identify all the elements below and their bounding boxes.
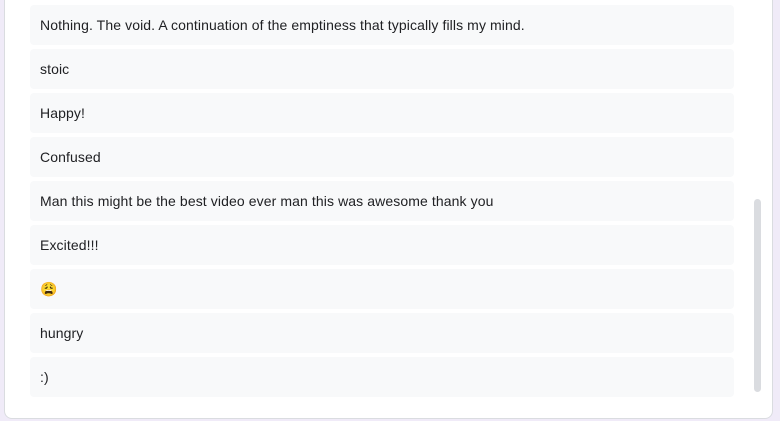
response-text: Confused: [40, 149, 101, 165]
response-row: Excited!!!: [30, 225, 734, 265]
response-row: Nothing. The void. A continuation of the…: [30, 5, 734, 45]
scrollbar-thumb[interactable]: [754, 199, 761, 392]
response-row: 😩: [30, 269, 734, 309]
response-text: :): [40, 369, 49, 385]
response-row: hungry: [30, 313, 734, 353]
response-text: Excited!!!: [40, 237, 99, 253]
scrollbar[interactable]: [753, 0, 763, 410]
response-row: stoic: [30, 49, 734, 89]
response-text: hungry: [40, 325, 84, 341]
response-text: Man this might be the best video ever ma…: [40, 193, 494, 209]
response-text: Nothing. The void. A continuation of the…: [40, 17, 525, 33]
response-text: Happy!: [40, 105, 85, 121]
response-emoji: 😩: [40, 281, 58, 297]
response-row: :): [30, 357, 734, 397]
response-list: Nothing. The void. A continuation of the…: [30, 5, 734, 401]
response-text: stoic: [40, 61, 70, 77]
response-row: Man this might be the best video ever ma…: [30, 181, 734, 221]
responses-card: Nothing. The void. A continuation of the…: [4, 0, 773, 419]
response-row: Confused: [30, 137, 734, 177]
response-row: Happy!: [30, 93, 734, 133]
